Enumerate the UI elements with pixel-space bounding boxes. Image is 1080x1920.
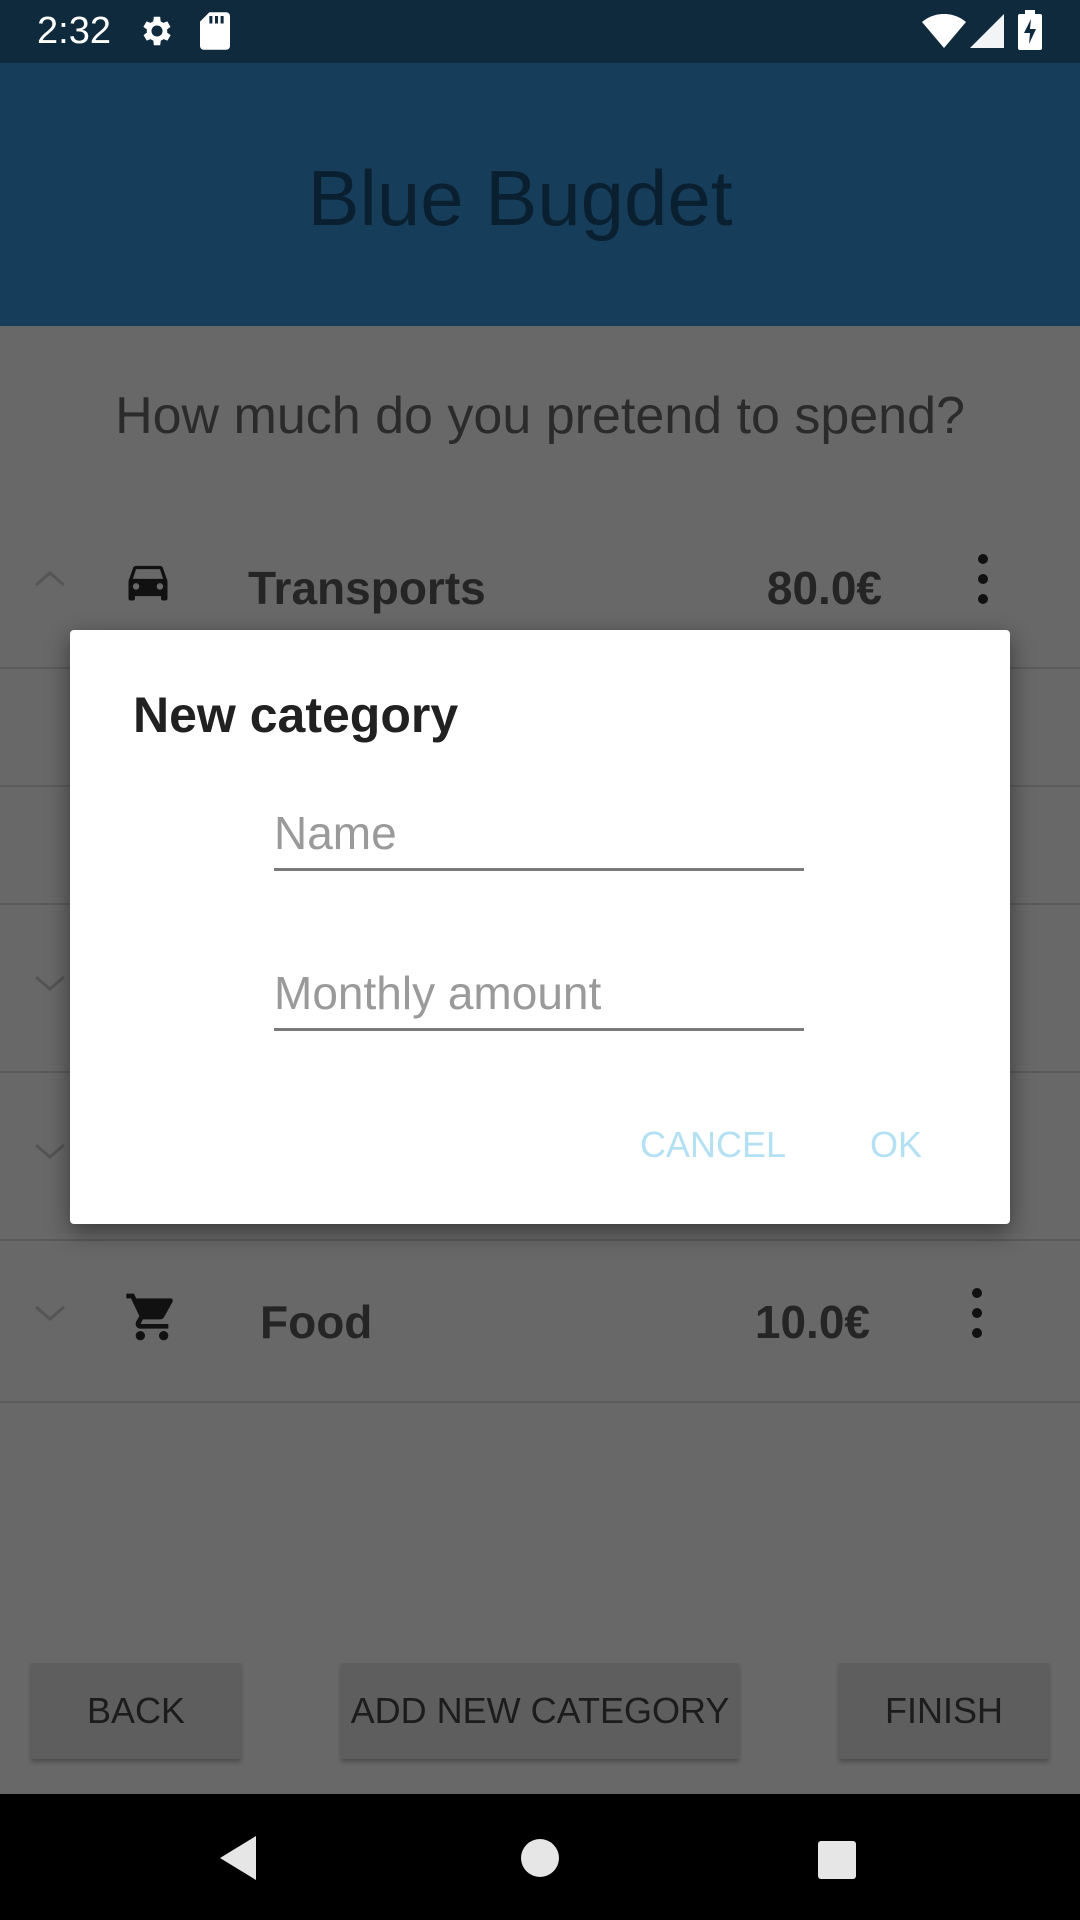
- recents-nav-icon[interactable]: [817, 1840, 857, 1880]
- more-vert-icon[interactable]: [970, 549, 996, 609]
- gear-icon: [143, 16, 171, 46]
- chevron-down-icon[interactable]: [30, 963, 70, 1003]
- battery-charging-icon: [1018, 10, 1042, 50]
- status-bar: 2:32: [0, 0, 1080, 63]
- finish-button[interactable]: FINISH: [839, 1663, 1049, 1759]
- category-row-food[interactable]: Food 10.0€: [0, 1235, 1080, 1403]
- name-input[interactable]: [274, 798, 804, 871]
- category-amount: 80.0€: [766, 562, 882, 614]
- ok-button[interactable]: OK: [870, 1124, 922, 1166]
- chevron-down-icon[interactable]: [30, 1131, 70, 1171]
- status-time: 2:32: [37, 10, 111, 52]
- navigation-bar: [0, 1794, 1080, 1920]
- sd-card-icon: [200, 12, 230, 50]
- wifi-icon: [922, 14, 966, 48]
- chevron-up-icon[interactable]: [30, 559, 70, 599]
- question-text: How much do you pretend to spend?: [115, 387, 965, 445]
- more-vert-icon[interactable]: [964, 1283, 990, 1343]
- back-button[interactable]: BACK: [31, 1663, 241, 1759]
- dialog-title: New category: [133, 687, 459, 743]
- category-name: Food: [260, 1296, 373, 1348]
- category-amount: 10.0€: [754, 1296, 870, 1348]
- signal-icon: [970, 14, 1004, 48]
- chevron-down-icon[interactable]: [30, 1293, 70, 1333]
- app-bar: Blue Bugdet: [0, 63, 1080, 326]
- back-nav-icon[interactable]: [216, 1834, 260, 1882]
- shopping-cart-icon: [126, 1293, 173, 1341]
- app-title: Blue Bugdet: [307, 154, 733, 242]
- car-icon: [128, 565, 168, 601]
- new-category-dialog: New category CANCEL OK: [70, 630, 1010, 1224]
- monthly-amount-input[interactable]: [274, 958, 804, 1031]
- home-nav-icon[interactable]: [520, 1838, 560, 1878]
- cancel-button[interactable]: CANCEL: [640, 1124, 786, 1166]
- add-category-button[interactable]: ADD NEW CATEGORY: [341, 1663, 739, 1759]
- category-name: Transports: [248, 562, 486, 614]
